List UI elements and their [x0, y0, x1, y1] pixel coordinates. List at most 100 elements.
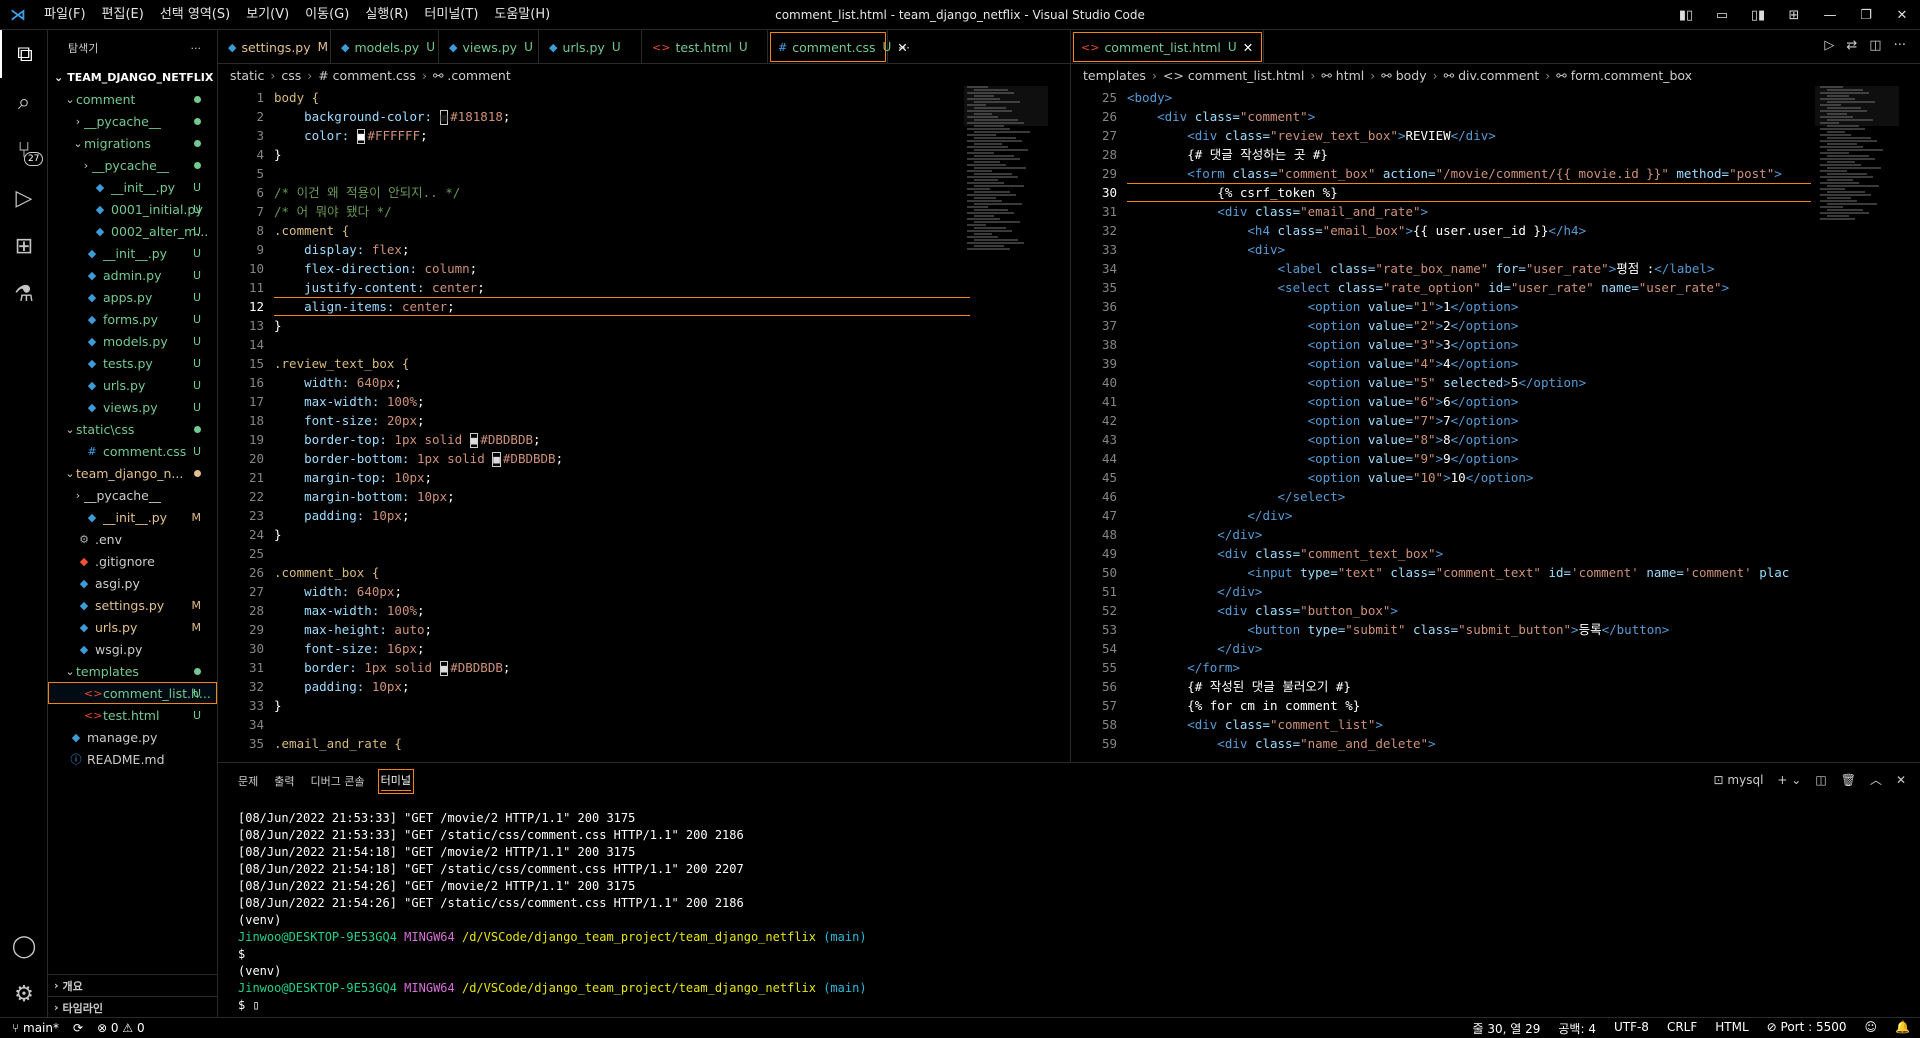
tree-item[interactable]: ⓘ README.md	[48, 748, 217, 770]
extensions-icon[interactable]: ⊞	[0, 222, 48, 270]
feedback-icon[interactable]: ☺	[1865, 1020, 1878, 1037]
code-editor-html[interactable]: 25 <body> 26 <div class="comment"> 27 <div …	[1071, 86, 1811, 762]
terminal-output[interactable]: [08/Jun/2022 21:53:33] "GET /movie/2 HTT…	[238, 810, 867, 1014]
tree-item[interactable]: <> comment_list.h... U	[48, 682, 217, 704]
tree-item[interactable]: # comment.css U	[48, 440, 217, 462]
encoding[interactable]: UTF-8	[1614, 1020, 1649, 1037]
tree-item[interactable]: ◆ __init__.py U	[48, 176, 217, 198]
tree-item[interactable]: ◆ models.py U	[48, 330, 217, 352]
terminal-shell-selector[interactable]: ⊡ mysql	[1714, 773, 1764, 787]
tree-item[interactable]: ⚙ .env	[48, 528, 217, 550]
menu-item[interactable]: 선택 영역(S)	[152, 0, 238, 30]
toggle-panel-icon[interactable]: ▭	[1704, 8, 1740, 23]
minimap[interactable]	[964, 86, 1048, 266]
menu-item[interactable]: 파일(F)	[36, 0, 94, 30]
live-server-port[interactable]: ⊘ Port : 5500	[1767, 1020, 1847, 1037]
indentation[interactable]: 공백: 4	[1558, 1020, 1596, 1037]
layout-icon[interactable]: ⊞	[1776, 8, 1812, 23]
breadcrumb-item[interactable]: templates	[1083, 68, 1146, 83]
tree-item[interactable]: ◆ 0001_initial.py U	[48, 198, 217, 220]
tree-item[interactable]: ◆ __init__.py U	[48, 242, 217, 264]
menu-item[interactable]: 도움말(H)	[486, 0, 558, 30]
breadcrumb-item[interactable]: ⚯ body	[1381, 68, 1426, 83]
breadcrumb-item[interactable]: ⚯ div.comment	[1444, 68, 1540, 83]
tree-item[interactable]: ⌄ team_django_n...	[48, 462, 217, 484]
tree-item[interactable]: ◆ wsgi.py	[48, 638, 217, 660]
menu-item[interactable]: 이동(G)	[297, 0, 357, 30]
menu-item[interactable]: 보기(V)	[238, 0, 297, 30]
close-window-button[interactable]: ✕	[1884, 8, 1920, 23]
tree-item[interactable]: ⌄ comment	[48, 88, 217, 110]
minimap-slider[interactable]	[1815, 86, 1899, 126]
tree-item[interactable]: ◆ 0002_alter_m... U	[48, 220, 217, 242]
editor-tab-active[interactable]: # comment.css U ✕	[768, 30, 908, 64]
run-debug-icon[interactable]: ▷	[0, 174, 48, 222]
breadcrumb-item[interactable]: ⚯ html	[1321, 68, 1364, 83]
timeline-section[interactable]: › 타임라인	[48, 996, 218, 1018]
minimap-slider[interactable]	[964, 86, 1048, 126]
compare-icon[interactable]: ⇄	[1846, 38, 1857, 53]
more-actions-icon[interactable]: ···	[1894, 38, 1906, 53]
editor-tab[interactable]: ◆ settings.py M	[218, 30, 331, 64]
outline-section[interactable]: › 개요	[48, 974, 218, 996]
tree-item[interactable]: ◆ forms.py U	[48, 308, 217, 330]
restore-button[interactable]: ❐	[1848, 8, 1884, 23]
breadcrumb-item[interactable]: ⚯ .comment	[433, 68, 511, 83]
breadcrumb-item[interactable]: ⚯ form.comment_box	[1556, 68, 1692, 83]
sync-icon[interactable]: ⟳	[73, 1021, 83, 1035]
end-of-line[interactable]: CRLF	[1667, 1020, 1697, 1037]
tree-item[interactable]: › __pycache__	[48, 154, 217, 176]
tree-item[interactable]: ⌄ static\css	[48, 418, 217, 440]
workspace-root[interactable]: ⌄ TEAM_DJANGO_NETFLIX	[48, 66, 217, 88]
editor-tab[interactable]: <> test.html U	[642, 30, 768, 64]
more-tabs-icon[interactable]: ···	[888, 30, 920, 64]
minimize-button[interactable]: —	[1812, 8, 1848, 23]
breadcrumb-item[interactable]: # comment.css	[318, 68, 416, 83]
minimap[interactable]	[1815, 86, 1899, 246]
tree-item[interactable]: ◆ urls.py M	[48, 616, 217, 638]
tree-item[interactable]: ◆ asgi.py	[48, 572, 217, 594]
language-mode[interactable]: HTML	[1715, 1020, 1748, 1037]
more-actions-icon[interactable]: ···	[191, 42, 202, 55]
breadcrumb-item[interactable]: <> comment_list.html	[1163, 68, 1304, 83]
branch-indicator[interactable]: ⑂ main*	[12, 1021, 59, 1035]
maximize-panel-icon[interactable]: ︿	[1870, 771, 1882, 788]
menu-item[interactable]: 편집(E)	[94, 0, 152, 30]
tree-item[interactable]: ◆ views.py U	[48, 396, 217, 418]
panel-tab[interactable]: 문제	[238, 773, 258, 789]
tree-item[interactable]: ◆ manage.py	[48, 726, 217, 748]
tree-item[interactable]: <> test.html U	[48, 704, 217, 726]
close-tab-icon[interactable]: ✕	[1243, 40, 1253, 55]
tree-item[interactable]: ⌄ migrations	[48, 132, 217, 154]
panel-tab[interactable]: 출력	[274, 773, 294, 789]
source-control-icon[interactable]: ⑂ 27	[0, 126, 48, 174]
toggle-secondary-icon[interactable]: ▯▮	[1740, 8, 1776, 23]
tree-item[interactable]: › __pycache__	[48, 110, 217, 132]
search-icon[interactable]: ⌕	[0, 78, 48, 126]
trash-icon[interactable]: 🗑	[1841, 773, 1856, 787]
editor-tab[interactable]: ◆ views.py U	[439, 30, 539, 64]
settings-gear-icon[interactable]: ⚙	[0, 970, 48, 1018]
tree-item[interactable]: ⌄ templates	[48, 660, 217, 682]
account-icon[interactable]: ◯	[0, 922, 48, 970]
tree-item[interactable]: ◆ .gitignore	[48, 550, 217, 572]
tree-item[interactable]: ◆ admin.py U	[48, 264, 217, 286]
cursor-position[interactable]: 줄 30, 열 29	[1472, 1020, 1540, 1037]
panel-tab[interactable]: 디버그 콘솔	[311, 773, 365, 789]
tree-item[interactable]: ◆ tests.py U	[48, 352, 217, 374]
code-editor-css[interactable]: 1 body {2 background-color: ■ #181818; 3 co…	[218, 86, 970, 762]
explorer-icon[interactable]: ⧉	[0, 30, 48, 78]
new-terminal-icon[interactable]: + ⌄	[1777, 773, 1801, 787]
split-editor-icon[interactable]: ◫	[1869, 38, 1881, 53]
editor-tab[interactable]: ◆ urls.py U	[539, 30, 642, 64]
close-panel-icon[interactable]: ✕	[1896, 773, 1906, 787]
split-terminal-icon[interactable]: ◫	[1815, 773, 1826, 787]
tree-item[interactable]: ◆ settings.py M	[48, 594, 217, 616]
editor-tab-active[interactable]: <> comment_list.html U ✕	[1071, 30, 1265, 64]
tree-item[interactable]: › __pycache__	[48, 484, 217, 506]
menu-item[interactable]: 실행(R)	[357, 0, 416, 30]
notifications-icon[interactable]: 🔔	[1895, 1020, 1910, 1037]
breadcrumb-item[interactable]: static	[230, 68, 264, 83]
tree-item[interactable]: ◆ apps.py U	[48, 286, 217, 308]
breadcrumb-item[interactable]: css	[281, 68, 301, 83]
